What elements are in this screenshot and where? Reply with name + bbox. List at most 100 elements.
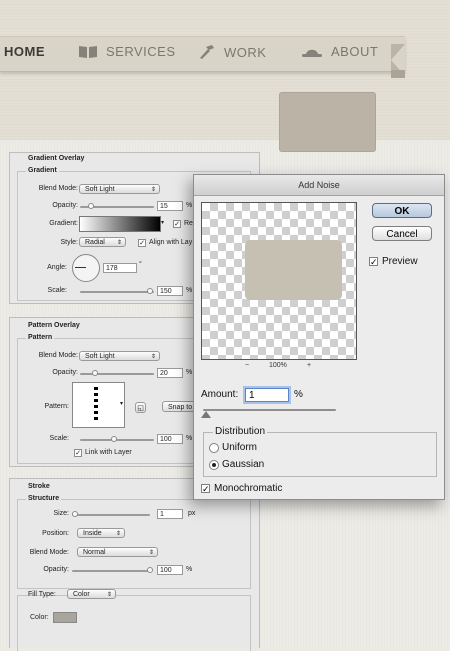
pattern-overlay-title: Pattern Overlay: [28, 322, 80, 329]
monochromatic-label: Monochromatic: [214, 483, 283, 494]
opacity-slider[interactable]: [80, 203, 154, 209]
ribbon-fold: [391, 70, 405, 78]
blend-mode-select[interactable]: Normal ⇕: [77, 547, 158, 557]
style-select[interactable]: Radial ⇕: [79, 237, 126, 247]
gradient-picker[interactable]: [79, 216, 161, 232]
structure-group-title: Structure: [26, 495, 62, 502]
opacity-field[interactable]: 100: [157, 565, 183, 575]
size-field[interactable]: 1: [157, 509, 183, 519]
opacity-slider[interactable]: [72, 567, 153, 573]
pattern-picker[interactable]: [72, 382, 125, 428]
scale-slider[interactable]: [80, 436, 154, 442]
reverse-label: Re: [184, 220, 193, 227]
pattern-dropdown-icon[interactable]: ▾: [120, 400, 123, 407]
uniform-label: Uniform: [222, 442, 258, 453]
preview-shape: [245, 240, 342, 300]
nav-item-services[interactable]: SERVICES: [78, 44, 176, 59]
opacity-slider-knob[interactable]: [88, 203, 94, 209]
pattern-group-title: Pattern: [26, 334, 55, 341]
bowler-hat-icon: [301, 46, 323, 58]
scale-unit: %: [186, 435, 193, 442]
book-icon: [78, 45, 98, 59]
position-select[interactable]: Inside ⇕: [77, 528, 125, 538]
scale-slider-knob[interactable]: [147, 288, 153, 294]
cancel-button[interactable]: Cancel: [372, 226, 432, 241]
scale-label: Scale:: [49, 435, 69, 442]
distribution-label: Distribution: [213, 426, 268, 437]
zoom-out-button[interactable]: −: [245, 362, 249, 369]
scale-slider[interactable]: [80, 288, 154, 294]
size-unit: px: [188, 510, 196, 517]
nav-item-about[interactable]: ABOUT: [301, 44, 378, 59]
angle-dial[interactable]: [72, 254, 100, 282]
uniform-radio[interactable]: [209, 443, 219, 453]
nav-home-label: HOME: [4, 44, 45, 59]
angle-field[interactable]: 178: [103, 263, 137, 273]
amount-field[interactable]: 1: [245, 388, 289, 402]
blend-mode-value: Soft Light: [85, 186, 115, 193]
opacity-field[interactable]: 20: [157, 368, 183, 378]
preview-label: Preview: [382, 256, 418, 267]
add-noise-dialog: Add Noise − 100% + OK Cancel ✓ Preview A…: [193, 174, 445, 500]
fill-type-group: [17, 595, 251, 651]
link-with-layer-checkbox[interactable]: ✓: [74, 449, 82, 457]
zoom-level: 100%: [269, 362, 287, 369]
opacity-unit: %: [186, 202, 193, 209]
opacity-unit: %: [186, 566, 193, 573]
opacity-slider-knob[interactable]: [147, 567, 153, 573]
amount-slider[interactable]: [201, 409, 336, 418]
chevron-updown-icon: ⇕: [106, 592, 112, 598]
stroke-color-swatch[interactable]: [53, 612, 77, 623]
opacity-field[interactable]: 15: [157, 201, 183, 211]
nav-item-home[interactable]: HOME: [4, 44, 45, 59]
filter-preview[interactable]: [201, 202, 357, 360]
gaussian-radio[interactable]: [209, 460, 219, 470]
sample-swatch: [279, 92, 376, 152]
style-value: Radial: [85, 239, 105, 246]
chevron-updown-icon: ⇕: [150, 354, 156, 360]
opacity-label: Opacity:: [52, 369, 78, 376]
ok-button[interactable]: OK: [372, 203, 432, 218]
opacity-slider-knob[interactable]: [92, 370, 98, 376]
scale-field[interactable]: 100: [157, 434, 183, 444]
blend-mode-label: Blend Mode:: [38, 352, 78, 359]
align-with-layer-label: Align with Lay: [149, 239, 193, 246]
fill-type-label: Fill Type:: [28, 591, 56, 598]
opacity-label: Opacity:: [52, 202, 78, 209]
link-with-layer-label: Link with Layer: [85, 449, 132, 456]
chevron-updown-icon: ⇕: [150, 187, 156, 193]
new-preset-icon[interactable]: ◱: [135, 402, 146, 413]
position-value: Inside: [83, 530, 102, 537]
align-with-layer-checkbox[interactable]: ✓: [138, 239, 146, 247]
fill-type-select[interactable]: Color ⇕: [67, 589, 116, 599]
position-label: Position:: [42, 530, 69, 537]
angle-label: Angle:: [47, 264, 67, 271]
amount-slider-thumb[interactable]: [201, 411, 211, 418]
scale-unit: %: [186, 287, 193, 294]
zoom-in-button[interactable]: +: [307, 362, 311, 369]
pattern-label: Pattern:: [44, 403, 69, 410]
scale-slider-knob[interactable]: [111, 436, 117, 442]
scale-label: Scale:: [47, 287, 67, 294]
size-slider-knob[interactable]: [72, 511, 78, 517]
blend-mode-label: Blend Mode:: [38, 185, 78, 192]
distribution-group: [203, 432, 437, 477]
opacity-slider[interactable]: [80, 370, 154, 376]
gradient-dropdown-icon[interactable]: ▾: [161, 219, 164, 226]
nav-services-label: SERVICES: [106, 44, 176, 59]
chevron-updown-icon: ⇕: [148, 550, 154, 556]
fill-type-value: Color: [73, 591, 90, 598]
size-slider[interactable]: [72, 511, 150, 517]
scale-field[interactable]: 150: [157, 286, 183, 296]
size-label: Size:: [53, 510, 69, 517]
monochromatic-checkbox[interactable]: ✓: [201, 484, 210, 494]
blend-mode-value: Soft Light: [85, 353, 115, 360]
nav-item-work[interactable]: WORK: [198, 44, 266, 60]
blend-mode-select[interactable]: Soft Light ⇕: [79, 351, 160, 361]
preview-checkbox[interactable]: ✓: [369, 257, 378, 267]
blend-mode-select[interactable]: Soft Light ⇕: [79, 184, 160, 194]
amount-unit: %: [294, 389, 303, 400]
style-label: Style:: [60, 239, 78, 246]
reverse-checkbox[interactable]: ✓: [173, 220, 181, 228]
gradient-overlay-title: Gradient Overlay: [28, 155, 85, 162]
